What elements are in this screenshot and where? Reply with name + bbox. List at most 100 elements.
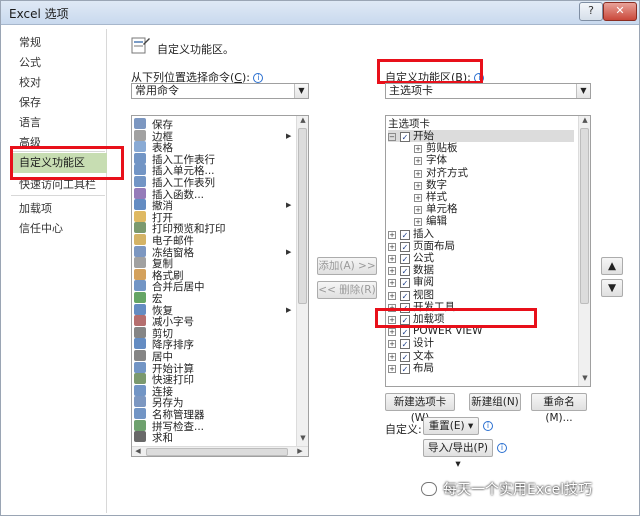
- command-list-item[interactable]: 边框 ▶: [134, 129, 294, 143]
- checkbox[interactable]: ✓: [400, 266, 410, 277]
- nav-item-language[interactable]: 语言: [13, 113, 107, 133]
- command-list-item[interactable]: 合并后居中: [134, 280, 294, 293]
- command-list-item[interactable]: 插入单元格...: [134, 164, 294, 177]
- command-list-item[interactable]: 撤消 ▶: [134, 199, 294, 212]
- command-list-item[interactable]: 连接: [134, 384, 294, 398]
- command-list-item[interactable]: 另存为: [134, 396, 294, 409]
- command-list-item[interactable]: 剪切: [134, 326, 294, 340]
- ribbon-tabs-tree[interactable]: 主选项卡 − ✓ 开始 + 剪贴板 + 字体 + 对齐方式 + 数字 + 样式 + 单元格 + 编辑 + ✓ 插入 + ✓…: [385, 115, 591, 387]
- checkbox[interactable]: ✓: [400, 241, 410, 252]
- command-list-item[interactable]: 快速打印: [134, 373, 294, 386]
- expand-icon[interactable]: +: [388, 364, 396, 373]
- commands-vertical-scrollbar[interactable]: ▲ ▼: [296, 116, 308, 446]
- command-list-item[interactable]: 恢复 ▶: [134, 303, 294, 317]
- checkbox[interactable]: ✓: [400, 229, 410, 240]
- tree-tab-item[interactable]: + ✓ 插入: [388, 228, 574, 240]
- tree-group-item[interactable]: + 单元格: [414, 203, 574, 215]
- commands-horizontal-scrollbar[interactable]: ◀ ▶: [132, 446, 308, 456]
- expand-icon[interactable]: +: [388, 267, 396, 276]
- tree-group-item[interactable]: + 数字: [414, 179, 574, 191]
- checkbox[interactable]: ✓: [400, 290, 410, 301]
- new-group-button[interactable]: 新建组(N): [469, 393, 521, 411]
- tree-tab-item[interactable]: + ✓ 视图: [388, 289, 574, 301]
- command-list-item[interactable]: 求和: [134, 431, 294, 444]
- tree-group-item[interactable]: + 字体: [414, 154, 574, 166]
- nav-item-add-ins[interactable]: 加载项: [13, 199, 107, 219]
- expand-icon[interactable]: +: [414, 145, 422, 154]
- move-up-button[interactable]: ▲: [601, 257, 623, 275]
- expand-icon[interactable]: +: [414, 206, 422, 215]
- tree-tab-item[interactable]: + ✓ 文本: [388, 350, 574, 362]
- tree-tab-item[interactable]: + ✓ 布局: [388, 362, 574, 374]
- checkbox[interactable]: ✓: [400, 278, 410, 289]
- command-list-item[interactable]: 降序排序: [134, 338, 294, 351]
- nav-item-save[interactable]: 保存: [13, 93, 107, 113]
- scroll-left-icon[interactable]: ◀: [132, 447, 144, 455]
- dropdown-arrow-icon[interactable]: ▼: [294, 84, 308, 98]
- scroll-down-icon[interactable]: ▼: [297, 434, 308, 442]
- expand-icon[interactable]: +: [388, 291, 396, 300]
- nav-item-formulas[interactable]: 公式: [13, 53, 107, 73]
- nav-item-trust-center[interactable]: 信任中心: [13, 219, 107, 239]
- expand-icon[interactable]: +: [388, 328, 396, 337]
- tree-tab-item[interactable]: + ✓ 数据: [388, 264, 574, 277]
- expand-icon[interactable]: +: [388, 242, 396, 251]
- add-button[interactable]: 添加(A) >>: [317, 257, 377, 275]
- new-tab-button[interactable]: 新建选项卡(W): [385, 393, 455, 424]
- help-button[interactable]: ?: [579, 2, 603, 21]
- command-list-item[interactable]: 保存: [134, 118, 294, 131]
- nav-item-proofing[interactable]: 校对: [13, 73, 107, 93]
- nav-item-general[interactable]: 常规: [13, 33, 107, 53]
- checkbox[interactable]: ✓: [400, 254, 410, 264]
- command-list-item[interactable]: 居中: [134, 350, 294, 363]
- tree-group-item[interactable]: + 剪贴板: [414, 142, 574, 154]
- tree-tab-item[interactable]: + ✓ 审阅: [388, 276, 574, 289]
- remove-button[interactable]: << 删除(R): [317, 281, 377, 299]
- command-list-item[interactable]: 减小字号: [134, 315, 294, 328]
- dropdown-arrow-icon[interactable]: ▼: [576, 84, 590, 98]
- command-list-item[interactable]: 复制: [134, 257, 294, 270]
- scroll-thumb[interactable]: [298, 128, 307, 304]
- command-list-item[interactable]: 打印预览和打印: [134, 222, 294, 235]
- tree-tab-item[interactable]: − ✓ 开始: [388, 130, 574, 142]
- expand-icon[interactable]: +: [388, 255, 396, 263]
- command-list-item[interactable]: 插入工作表行: [134, 152, 294, 166]
- expand-icon[interactable]: +: [414, 169, 422, 178]
- checkbox[interactable]: ✓: [400, 132, 410, 142]
- command-list-item[interactable]: 格式刷: [134, 268, 294, 282]
- command-list-item[interactable]: 冻结窗格 ▶: [134, 245, 294, 259]
- expand-icon[interactable]: +: [388, 230, 396, 239]
- command-list-item[interactable]: 表格: [134, 141, 294, 154]
- command-list-item[interactable]: 宏: [134, 292, 294, 305]
- collapse-icon[interactable]: −: [388, 133, 396, 141]
- customize-ribbon-select[interactable]: 主选项卡 ▼: [385, 83, 591, 99]
- expand-icon[interactable]: +: [414, 194, 422, 202]
- command-list-item[interactable]: 插入工作表列: [134, 176, 294, 189]
- import-export-button[interactable]: 导入/导出(P) ▾: [423, 439, 493, 470]
- checkbox[interactable]: ✓: [400, 363, 410, 374]
- move-down-button[interactable]: ▼: [601, 279, 623, 297]
- reset-button[interactable]: 重置(E) ▾: [423, 417, 479, 435]
- expand-icon[interactable]: +: [388, 279, 396, 288]
- tree-tab-item[interactable]: + ✓ 页面布局: [388, 240, 574, 252]
- command-list-item[interactable]: 插入函数...: [134, 187, 294, 201]
- command-list-item[interactable]: 拼写检查...: [134, 419, 294, 433]
- scroll-thumb[interactable]: [146, 448, 288, 456]
- command-list-item[interactable]: 名称管理器: [134, 408, 294, 421]
- scroll-up-icon[interactable]: ▲: [579, 116, 590, 124]
- command-list-item[interactable]: 打开: [134, 210, 294, 224]
- scroll-up-icon[interactable]: ▲: [297, 116, 308, 124]
- checkbox[interactable]: ✓: [400, 339, 410, 350]
- tree-tab-item[interactable]: + ✓ 公式: [388, 252, 574, 264]
- checkbox[interactable]: ✓: [400, 327, 410, 338]
- command-list-item[interactable]: 开始计算: [134, 361, 294, 375]
- expand-icon[interactable]: +: [388, 340, 396, 349]
- expand-icon[interactable]: +: [388, 352, 396, 361]
- tree-vertical-scrollbar[interactable]: ▲ ▼: [578, 116, 590, 386]
- rename-button[interactable]: 重命名(M)...: [531, 393, 587, 424]
- commands-list[interactable]: 保存 边框 ▶ 表格 插入工作表行 插入单元格... 插入工作表列 插入函数... 撤消 ▶ 打开打…: [131, 115, 309, 457]
- commands-from-select[interactable]: 常用命令 ▼: [131, 83, 309, 99]
- tree-tab-item[interactable]: + ✓ 设计: [388, 337, 574, 350]
- expand-icon[interactable]: +: [414, 218, 422, 227]
- command-list-item[interactable]: 电子邮件: [134, 234, 294, 247]
